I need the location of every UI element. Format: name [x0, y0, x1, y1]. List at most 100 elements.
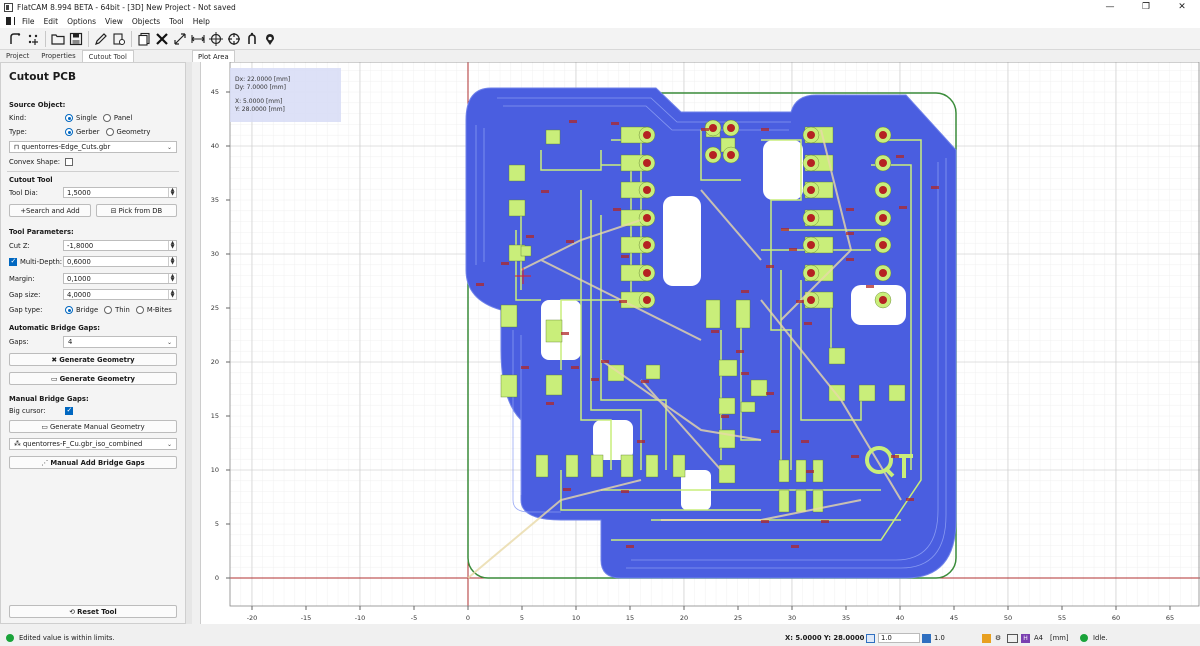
status-bar: Edited value is within limits. X: 5.0000…: [0, 630, 1200, 646]
plot-svg[interactable]: -20 -15 -10 -5 0 5 10 15 20 25 30 35 40 45 50 55 60 65454…: [201, 61, 1200, 624]
generate-geometry-button-1[interactable]: ✖ Generate Geometry: [9, 353, 177, 366]
new-geometry-icon[interactable]: [6, 30, 24, 48]
margin-input[interactable]: 0,1000 ▲ ▼: [63, 273, 177, 284]
open-folder-icon[interactable]: [49, 30, 67, 48]
spin-arrows-icon[interactable]: ▲ ▼: [168, 274, 176, 283]
drill-hole: [807, 214, 815, 222]
gaps-combo[interactable]: 4 ⌄: [63, 336, 177, 348]
kind-panel-radio[interactable]: [102, 114, 111, 122]
drill-hole: [709, 151, 717, 159]
tool-dia-input[interactable]: 1,5000 ▲ ▼: [63, 187, 177, 198]
locate-icon[interactable]: [243, 30, 261, 48]
gapsize-label: Gap size:: [9, 291, 41, 299]
edit-paste-icon[interactable]: [110, 30, 128, 48]
grid-snap-icon[interactable]: [866, 633, 875, 643]
manual-add-gaps-button[interactable]: ⋰ Manual Add Bridge Gaps: [9, 456, 177, 469]
search-add-button[interactable]: +Search and Add: [9, 204, 91, 217]
monitor-icon[interactable]: [1007, 633, 1018, 643]
annotation-mark: [851, 455, 859, 458]
pick-from-db-button[interactable]: ⊟ Pick from DB: [96, 204, 177, 217]
window-title: FlatCAM 8.994 BETA - 64bit - [3D] New Pr…: [17, 2, 236, 12]
save-icon[interactable]: [67, 30, 85, 48]
plot-canvas[interactable]: -20 -15 -10 -5 0 5 10 15 20 25 30 35 40 45 50 55 60 65 45 4…: [200, 61, 1200, 624]
menu-help[interactable]: Help: [193, 17, 210, 26]
generate-geometry-button-2[interactable]: ▭ Generate Geometry: [9, 372, 177, 385]
reset-tool-button[interactable]: ⟲ Reset Tool: [9, 605, 177, 618]
spin-arrows-icon[interactable]: ▲ ▼: [168, 188, 176, 197]
annotation-mark: [781, 228, 789, 231]
close-button[interactable]: ✕: [1164, 0, 1200, 14]
origin-icon[interactable]: [207, 30, 225, 48]
annotation-mark: [821, 520, 829, 523]
annotation-mark: [899, 206, 907, 209]
copy-icon[interactable]: [135, 30, 153, 48]
spin-arrows-icon[interactable]: ▲ ▼: [168, 241, 176, 250]
bigcursor-checkbox[interactable]: [65, 406, 73, 415]
overlay-y: Y: 28.0000 [mm]: [234, 106, 285, 113]
snap-icon[interactable]: [982, 633, 991, 643]
pad: [740, 401, 756, 413]
tab-plot-area[interactable]: Plot Area: [192, 50, 235, 62]
menu-tool[interactable]: Tool: [169, 17, 184, 26]
annotation-mark: [846, 258, 854, 261]
menu-file[interactable]: File: [22, 17, 35, 26]
page-size[interactable]: A4: [1034, 634, 1043, 642]
gapsize-input[interactable]: 4,0000 ▲ ▼: [63, 289, 177, 300]
distance-min-icon[interactable]: [189, 30, 207, 48]
gap-bridge-radio[interactable]: [65, 306, 73, 314]
grid-x-input[interactable]: 1.0: [878, 633, 920, 643]
menu-options[interactable]: Options: [67, 17, 96, 26]
multidepth-input[interactable]: 0,6000 ▲ ▼: [63, 256, 177, 267]
settings-gear-icon[interactable]: ⚙: [995, 634, 1001, 642]
minimize-button[interactable]: —: [1092, 0, 1128, 14]
units-label[interactable]: [mm]: [1050, 634, 1069, 642]
source-object-combo[interactable]: ⊓ quentorres-Edge_Cuts.gbr ⌄: [9, 141, 177, 153]
gap-mbites-radio[interactable]: [135, 306, 144, 314]
y-tick-label: 45: [211, 88, 219, 96]
chevron-down-icon: ⌄: [166, 441, 172, 448]
new-excellon-icon[interactable]: [24, 30, 42, 48]
x-tick-label: 25: [734, 614, 742, 622]
gap-thin-radio[interactable]: [104, 306, 113, 314]
pad: [508, 199, 526, 217]
maximize-button[interactable]: ❐: [1128, 0, 1164, 14]
tab-project[interactable]: Project: [0, 50, 35, 62]
jump-to-icon[interactable]: [225, 30, 243, 48]
kind-single-radio[interactable]: [65, 114, 73, 122]
tab-cutout-tool[interactable]: Cutout Tool: [81, 50, 134, 62]
menu-view[interactable]: View: [105, 17, 123, 26]
distance-icon[interactable]: [171, 30, 189, 48]
edit-pencil-icon[interactable]: [92, 30, 110, 48]
generate-manual-geometry-button[interactable]: ▭ Generate Manual Geometry: [9, 420, 177, 433]
cutz-value: -1,8000: [67, 242, 94, 250]
panel-title: Cutout PCB: [9, 71, 76, 83]
spin-arrows-icon[interactable]: ▲ ▼: [168, 257, 176, 266]
drill-hole: [879, 241, 887, 249]
type-gerber-radio[interactable]: [65, 128, 73, 136]
annotation-mark: [766, 265, 774, 268]
type-geometry-radio[interactable]: [105, 128, 114, 136]
replot-icon[interactable]: [261, 30, 279, 48]
delete-x-icon[interactable]: [153, 30, 171, 48]
toggle-panel-icon[interactable]: [6, 17, 14, 25]
annotation-mark: [761, 128, 769, 131]
convex-checkbox[interactable]: [65, 158, 73, 166]
cutz-input[interactable]: -1,8000 ▲ ▼: [63, 240, 177, 251]
tab-properties[interactable]: Properties: [35, 50, 81, 62]
reset-icon: ⟲: [69, 608, 78, 616]
pad: [520, 245, 532, 257]
annotation-mark: [563, 488, 571, 491]
multidepth-checkbox[interactable]: [9, 257, 17, 266]
manual-source-combo[interactable]: ⁂ quentorres-F_Cu.gbr_iso_combined ⌄: [9, 438, 177, 450]
spin-arrows-icon[interactable]: ▲ ▼: [168, 290, 176, 299]
menu-edit[interactable]: Edit: [44, 17, 59, 26]
hud-icon[interactable]: H: [1021, 633, 1030, 643]
annotation-mark: [601, 360, 609, 363]
annotation-mark: [741, 372, 749, 375]
gap-thin-label: Thin: [115, 306, 130, 314]
menu-objects[interactable]: Objects: [132, 17, 160, 26]
panel-scrollbar[interactable]: [186, 62, 192, 624]
grid-y-value[interactable]: 1.0: [934, 634, 945, 642]
annotation-mark: [637, 440, 645, 443]
grid-lock-checkbox[interactable]: [922, 633, 931, 643]
